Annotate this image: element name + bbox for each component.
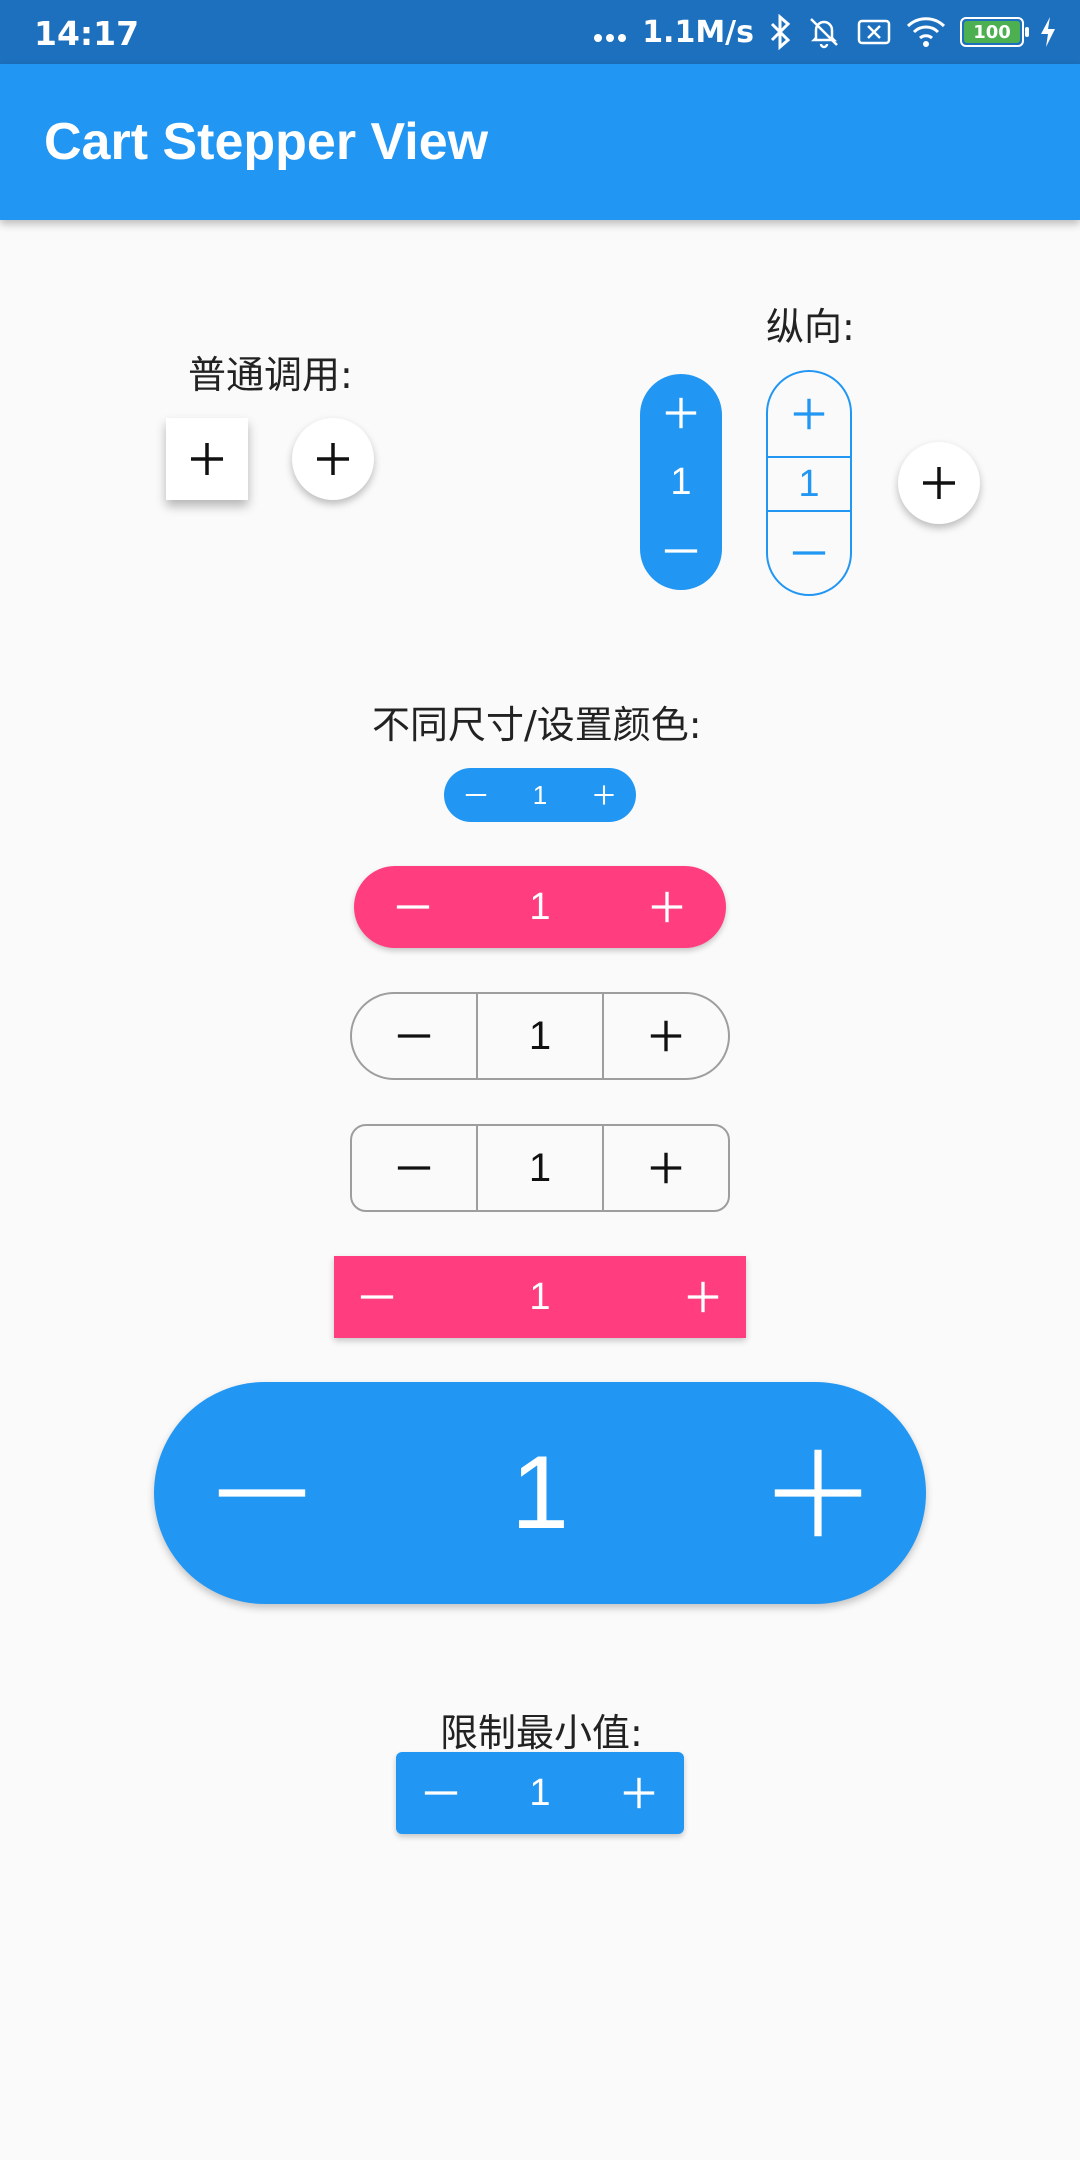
decrement-button[interactable] (352, 1126, 478, 1210)
decrement-button[interactable] (214, 1445, 310, 1541)
stepper-limit-min: 1 (396, 1752, 684, 1834)
add-button-square[interactable] (166, 418, 248, 500)
decrement-button[interactable] (464, 783, 488, 807)
network-speed: 1.1M/s (642, 14, 754, 50)
minus-icon (397, 1034, 431, 1038)
minus-icon (396, 905, 430, 909)
section-label-vertical: 纵向: (766, 305, 855, 349)
plus-icon (650, 1152, 682, 1184)
stepper-value: 1 (529, 1275, 551, 1318)
stepper-value: 1 (511, 1434, 569, 1551)
page-title: Cart Stepper View (44, 113, 489, 171)
decrement-button[interactable] (394, 888, 432, 926)
battery-level: 100 (964, 21, 1020, 43)
stepper-outlined-rect: 1 (350, 1124, 730, 1212)
status-bar: 14:17 1.1M/s 100 (0, 0, 1080, 64)
minus-icon (792, 551, 826, 555)
increment-button[interactable] (648, 888, 686, 926)
section-label-sizes: 不同尺寸/设置颜色: (372, 703, 702, 747)
battery-icon: 100 (960, 17, 1029, 47)
status-time: 14:17 (34, 14, 140, 53)
status-icons: 1.1M/s 100 (592, 12, 1058, 52)
stepper-small-blue: 1 (444, 768, 636, 822)
stepper-value: 1 (529, 1771, 551, 1814)
plus-icon (623, 1777, 655, 1809)
decrement-button[interactable] (662, 532, 700, 570)
plus-icon (191, 443, 223, 475)
plus-icon (317, 443, 349, 475)
section-label-limit-min: 限制最小值: (440, 1711, 643, 1755)
bluetooth-icon (770, 14, 791, 50)
stepper-value: 1 (529, 885, 551, 928)
stepper-outlined-rounded: 1 (350, 992, 730, 1080)
decrement-button[interactable] (358, 1278, 396, 1316)
increment-button[interactable] (620, 1774, 658, 1812)
sim-off-icon (857, 19, 891, 45)
minus-icon (465, 793, 487, 797)
vertical-stepper-outlined: 1 (766, 370, 852, 596)
plus-icon (665, 397, 697, 429)
minus-icon (424, 1791, 458, 1795)
plus-icon (923, 467, 955, 499)
vertical-stepper-filled: 1 (640, 374, 722, 590)
decrement-button[interactable] (352, 994, 478, 1078)
increment-button[interactable] (684, 1278, 722, 1316)
decrement-button[interactable] (422, 1774, 460, 1812)
stepper-value: 1 (670, 460, 692, 503)
stepper-value: 1 (768, 458, 850, 512)
add-button-circle[interactable] (292, 418, 374, 500)
minus-icon (664, 549, 698, 553)
wifi-icon (906, 17, 946, 47)
plus-icon (793, 398, 825, 430)
decrement-button[interactable] (768, 512, 850, 594)
plus-icon (651, 891, 683, 923)
increment-button[interactable] (604, 1126, 728, 1210)
increment-button[interactable] (770, 1445, 866, 1541)
increment-button[interactable] (768, 372, 850, 458)
app-bar: Cart Stepper View (0, 64, 1080, 220)
bell-off-icon (810, 18, 838, 49)
increment-button[interactable] (662, 394, 700, 432)
plus-icon (650, 1020, 682, 1052)
increment-button[interactable] (592, 783, 616, 807)
minus-icon (397, 1166, 431, 1170)
section-label-normal: 普通调用: (188, 353, 353, 397)
stepper-large-blue: 1 (154, 1382, 926, 1604)
stepper-value: 1 (478, 1126, 604, 1210)
plus-icon (594, 785, 614, 805)
increment-button[interactable] (604, 994, 728, 1078)
add-button-circle-vertical[interactable] (898, 442, 980, 524)
plus-icon (774, 1449, 862, 1537)
stepper-pink-pill: 1 (354, 866, 726, 948)
stepper-value: 1 (478, 994, 604, 1078)
stepper-pink-rect: 1 (334, 1256, 746, 1338)
minus-icon (218, 1489, 306, 1497)
minus-icon (360, 1295, 394, 1299)
charging-icon (1041, 17, 1055, 47)
plus-icon (687, 1281, 719, 1313)
dots-icon (594, 34, 627, 42)
stepper-value: 1 (532, 779, 548, 810)
